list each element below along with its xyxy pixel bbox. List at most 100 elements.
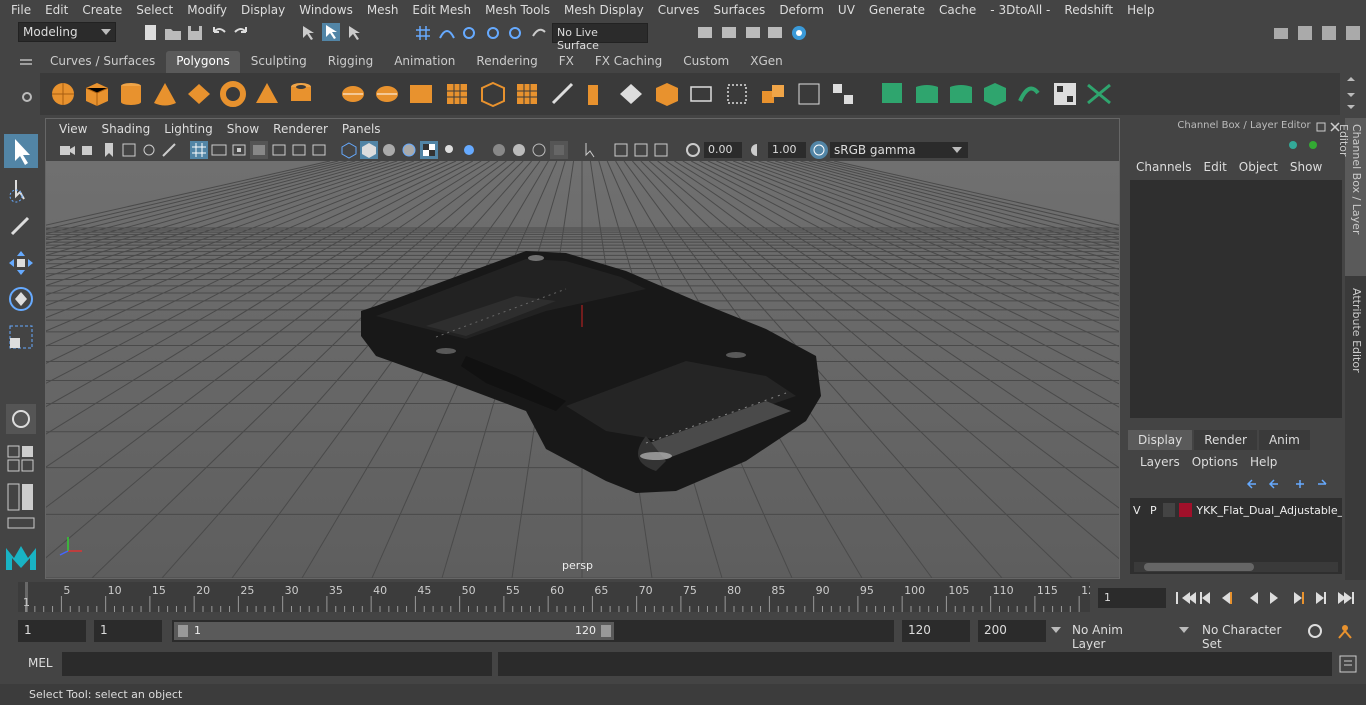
- sew-uv-icon[interactable]: [796, 81, 822, 107]
- layer-name[interactable]: YKK_Flat_Dual_Adjustable_: [1196, 504, 1342, 517]
- field-chart-icon[interactable]: [270, 141, 288, 159]
- show-manipulator-icon[interactable]: [6, 404, 36, 434]
- tool-settings-icon[interactable]: [1320, 24, 1338, 42]
- range-bar[interactable]: 1 120: [172, 620, 894, 642]
- multisample-aa-icon[interactable]: [530, 141, 548, 159]
- film-gate-icon[interactable]: [210, 141, 228, 159]
- scrollbar-thumb[interactable]: [1144, 563, 1254, 571]
- start-time-field[interactable]: 1: [18, 620, 86, 642]
- tab-curves-surfaces[interactable]: Curves / Surfaces: [40, 51, 166, 73]
- range-handle[interactable]: 1 120: [174, 622, 614, 640]
- screen-space-ao-icon[interactable]: [490, 141, 508, 159]
- playback-controls[interactable]: [1174, 588, 1360, 608]
- animation-preferences-icon[interactable]: [1336, 622, 1354, 640]
- textured-icon[interactable]: [420, 141, 438, 159]
- grid-icon[interactable]: [190, 141, 208, 159]
- layer-playback[interactable]: P: [1146, 504, 1162, 517]
- layer-tab-display[interactable]: Display: [1128, 430, 1193, 450]
- snap-surface-icon[interactable]: [506, 24, 524, 42]
- layer-row[interactable]: V P YKK_Flat_Dual_Adjustable_: [1130, 501, 1342, 519]
- symmetry-icon[interactable]: [1086, 81, 1112, 107]
- multi-cut-icon[interactable]: [550, 81, 576, 107]
- shadows-icon[interactable]: [460, 141, 478, 159]
- move-tool-icon[interactable]: [6, 248, 36, 278]
- save-scene-icon[interactable]: [186, 24, 204, 42]
- viewport-menu-shading[interactable]: Shading: [94, 122, 157, 136]
- layout-single-icon[interactable]: [6, 444, 36, 474]
- rotate-tool-icon[interactable]: [6, 284, 36, 314]
- menu-select[interactable]: Select: [129, 3, 180, 17]
- redo-icon[interactable]: [232, 24, 250, 42]
- open-scene-icon[interactable]: [164, 24, 182, 42]
- transfer-icon[interactable]: [1016, 81, 1042, 107]
- live-surface-field[interactable]: No Live Surface: [552, 23, 648, 52]
- render-settings-icon[interactable]: [766, 24, 784, 42]
- smooth-shade-icon[interactable]: [360, 141, 378, 159]
- exposure-icon[interactable]: [684, 141, 702, 159]
- layer-menu-layers[interactable]: Layers: [1134, 455, 1186, 469]
- grease-pencil-icon[interactable]: [160, 141, 178, 159]
- menu-curves[interactable]: Curves: [651, 3, 707, 17]
- wireframe-on-shaded-icon[interactable]: [400, 141, 418, 159]
- tab-rigging[interactable]: Rigging: [317, 51, 384, 73]
- offset-edge-icon[interactable]: [654, 81, 680, 107]
- layer-menu-help[interactable]: Help: [1244, 455, 1283, 469]
- command-language-label[interactable]: MEL: [18, 656, 58, 670]
- new-scene-icon[interactable]: [142, 24, 160, 42]
- layer-menu-options[interactable]: Options: [1186, 455, 1244, 469]
- select-object-icon[interactable]: [322, 23, 340, 41]
- layer-tab-render[interactable]: Render: [1194, 430, 1257, 450]
- command-input[interactable]: [62, 652, 492, 676]
- snap-curve-icon[interactable]: [438, 24, 456, 42]
- camera-select-icon[interactable]: [58, 141, 76, 159]
- menu-edit[interactable]: Edit: [38, 3, 75, 17]
- combine-icon[interactable]: [340, 81, 366, 107]
- snap-grid-icon[interactable]: [414, 24, 432, 42]
- tab-custom[interactable]: Custom: [673, 51, 740, 73]
- cut-uv-icon[interactable]: [760, 81, 786, 107]
- menu-redshift[interactable]: Redshift: [1057, 3, 1120, 17]
- extrude-icon[interactable]: [480, 81, 506, 107]
- tab-channel-box[interactable]: Channel Box / Layer Editor: [1337, 118, 1366, 276]
- layer-actions-icons[interactable]: [1244, 476, 1332, 492]
- gear-icon[interactable]: [20, 90, 34, 104]
- checker-icon[interactable]: [1052, 81, 1078, 107]
- channel-menu-show[interactable]: Show: [1284, 160, 1328, 174]
- chevron-down-icon[interactable]: [1178, 626, 1190, 634]
- poly-plane-icon[interactable]: [186, 81, 212, 107]
- 2d-pan-zoom-icon[interactable]: [140, 141, 158, 159]
- shelf-scroll-icon[interactable]: [1346, 75, 1356, 113]
- select-hierarchy-icon[interactable]: [300, 24, 318, 42]
- bridge-icon[interactable]: [444, 81, 470, 107]
- viewport-menu-renderer[interactable]: Renderer: [266, 122, 335, 136]
- playback-start-field[interactable]: 1: [94, 620, 162, 642]
- viewport-canvas[interactable]: persp: [46, 161, 1119, 578]
- modeling-toolkit-icon[interactable]: [1272, 24, 1290, 42]
- poly-cube-icon[interactable]: [84, 81, 110, 107]
- menu-help[interactable]: Help: [1120, 3, 1161, 17]
- layout-two-pane-icon[interactable]: [6, 482, 36, 512]
- layer-tab-anim[interactable]: Anim: [1258, 430, 1310, 450]
- gamma-icon[interactable]: [748, 141, 766, 159]
- snap-point-icon[interactable]: [460, 24, 478, 42]
- xray-icon[interactable]: [612, 141, 630, 159]
- menu-create[interactable]: Create: [75, 3, 129, 17]
- script-editor-icon[interactable]: [1338, 654, 1358, 674]
- menu-generate[interactable]: Generate: [862, 3, 932, 17]
- select-component-icon[interactable]: [346, 24, 364, 42]
- boolean-icon[interactable]: [948, 81, 974, 107]
- view-transform-dropdown[interactable]: sRGB gamma: [830, 142, 968, 158]
- insert-edge-loop-icon[interactable]: [618, 81, 644, 107]
- channel-box-list[interactable]: [1130, 180, 1342, 418]
- bookmark-icon[interactable]: [100, 141, 118, 159]
- menu-windows[interactable]: Windows: [292, 3, 360, 17]
- channel-menu-channels[interactable]: Channels: [1130, 160, 1198, 174]
- layer-scrollbar[interactable]: [1134, 562, 1338, 572]
- menu-edit-mesh[interactable]: Edit Mesh: [405, 3, 478, 17]
- render-view-icon[interactable]: [696, 24, 714, 42]
- poly-sphere-icon[interactable]: [50, 81, 76, 107]
- xray-components-icon[interactable]: [652, 141, 670, 159]
- channel-box-options-icon[interactable]: [1286, 138, 1300, 152]
- gate-mask-icon[interactable]: [250, 141, 268, 159]
- tab-fx[interactable]: FX: [548, 51, 584, 73]
